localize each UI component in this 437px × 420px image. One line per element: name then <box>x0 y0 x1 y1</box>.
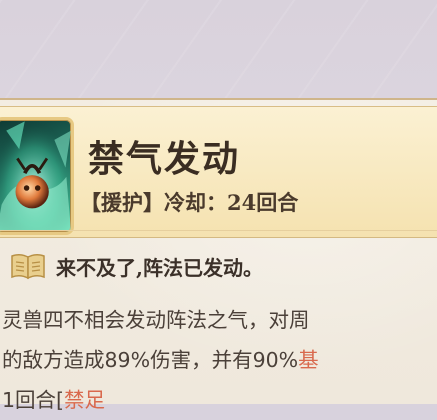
description-line-1: 灵兽四不相会发动阵法之气，对周 <box>2 308 310 332</box>
skill-cooldown-meta: 【援护】冷却：24回合 <box>80 190 299 215</box>
description-line-3: 1回合[禁足 <box>2 380 437 420</box>
skill-detail-card: 禁气发动 【援护】冷却：24回合 来不及了,阵法已发动。 灵兽四不相会发动阵法之… <box>0 98 437 412</box>
description-line-2: 的敌方造成89%伤害，并有90%基 <box>2 340 437 380</box>
skill-name: 禁气发动 <box>88 138 241 180</box>
description-highlight-base: 基 <box>298 348 319 372</box>
skill-header: 禁气发动 【援护】冷却：24回合 <box>0 106 437 238</box>
background-pattern <box>0 0 437 98</box>
skill-quote-row: 来不及了,阵法已发动。 <box>10 250 263 282</box>
description-highlight-root[interactable]: 禁足 <box>64 388 105 412</box>
description-line-3-text: 1回合[ <box>2 388 65 412</box>
spirit-beast-skill-icon[interactable] <box>0 117 74 235</box>
skill-description: 灵兽四不相会发动阵法之气，对周 的敌方造成89%伤害，并有90%基 1回合[禁足 <box>2 300 437 420</box>
description-line-2-text: 的敌方造成89%伤害，并有90% <box>2 348 299 372</box>
book-icon <box>11 253 45 280</box>
skill-quote: 来不及了,阵法已发动。 <box>56 255 263 280</box>
